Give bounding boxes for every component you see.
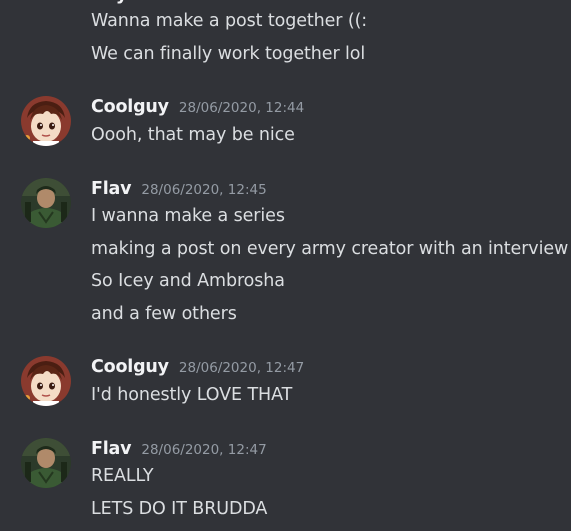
message-line: Wanna make a post together ((: [91, 11, 368, 31]
message-header: Flav 28/06/2020, 12:47 [91, 439, 267, 459]
timestamp: 28/06/2020, 12:47 [178, 360, 305, 376]
username[interactable]: Coolguy [91, 357, 169, 377]
message-line: I'd honestly LOVE THAT [91, 385, 293, 405]
message-line: making a post on every army creator with… [91, 239, 569, 259]
message-header: Flav 28/06/2020, 12:45 [91, 179, 267, 199]
username[interactable]: Flav [91, 179, 132, 199]
avatar-soldier-icon[interactable] [21, 178, 71, 228]
chat-messages: Fl y Wanna make a post together ((: We c… [0, 0, 571, 531]
message-line: REALLY [91, 466, 154, 486]
avatar-anime-icon[interactable] [21, 96, 71, 146]
message-header-partial: Fl y [91, 0, 127, 5]
message-header: Coolguy 28/06/2020, 12:47 [91, 357, 304, 377]
message-header: Coolguy 28/06/2020, 12:44 [91, 97, 304, 117]
message-line: I wanna make a series [91, 206, 285, 226]
avatar-soldier-icon[interactable] [21, 438, 71, 488]
username[interactable]: Flav [91, 439, 132, 459]
message-line: We can finally work together lol [91, 44, 366, 64]
message-line: So Icey and Ambrosha [91, 271, 285, 291]
timestamp: 28/06/2020, 12:45 [141, 182, 267, 198]
avatar-anime-icon[interactable] [21, 356, 71, 406]
message-line: Oooh, that may be nice [91, 125, 295, 145]
message-line: and a few others [91, 304, 237, 324]
timestamp: 28/06/2020, 12:44 [178, 100, 305, 116]
username[interactable]: Coolguy [91, 97, 169, 117]
timestamp: 28/06/2020, 12:47 [141, 442, 267, 458]
message-line: LETS DO IT BRUDDA [91, 499, 268, 519]
